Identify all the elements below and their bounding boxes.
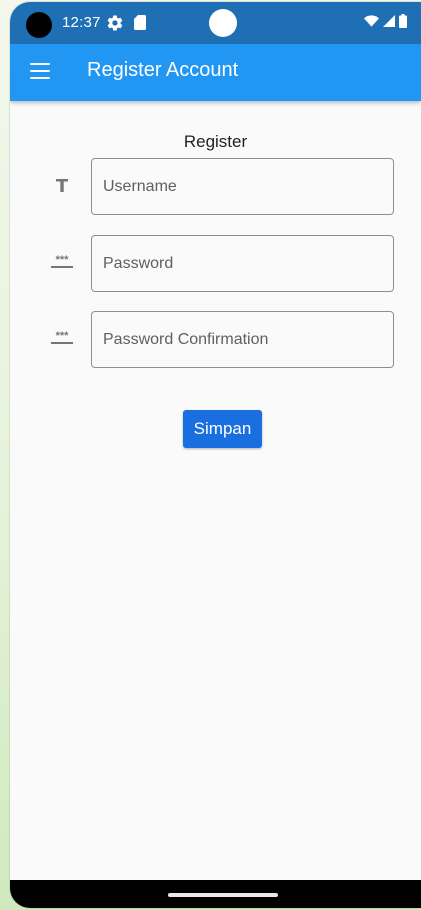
save-button[interactable]: Simpan (183, 410, 262, 448)
status-bar: 12:37 (10, 2, 421, 44)
app-bar-title: Register Account (87, 59, 239, 81)
app-bar: Register Account (10, 44, 421, 101)
wifi-icon (364, 15, 379, 27)
status-icons-right (364, 14, 407, 28)
password-input[interactable] (91, 235, 394, 292)
password-row: *** (10, 235, 421, 295)
notch-indicator (209, 9, 237, 37)
phone-screen: 12:37 Register Account Register T Userna… (10, 2, 421, 908)
sd-card-icon (134, 15, 146, 30)
navigation-bar (10, 880, 421, 908)
camera-cutout (26, 12, 52, 38)
gear-icon (107, 15, 123, 31)
status-time: 12:37 (62, 14, 101, 31)
username-row: T (10, 158, 421, 218)
battery-icon (399, 14, 407, 28)
signal-icon (383, 15, 395, 27)
password-confirmation-input[interactable] (91, 311, 394, 368)
form-title: Register (183, 132, 248, 151)
text-icon: T (55, 176, 69, 197)
password-icon: *** (50, 331, 74, 344)
home-gesture-handle[interactable] (168, 893, 278, 897)
username-input[interactable] (91, 158, 394, 215)
menu-icon[interactable] (30, 63, 50, 81)
password-confirmation-row: *** (10, 311, 421, 371)
password-icon: *** (50, 255, 74, 268)
